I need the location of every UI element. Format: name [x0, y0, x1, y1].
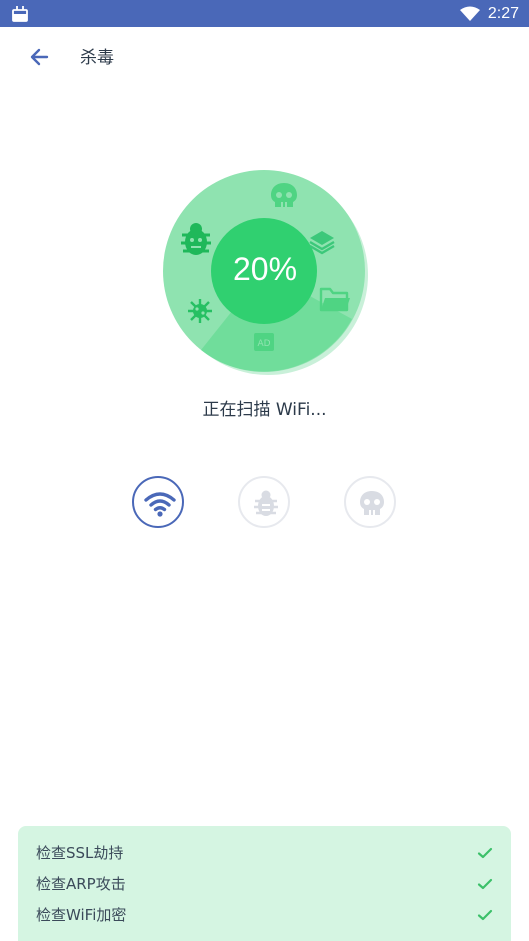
status-bar: 2:27: [0, 0, 529, 27]
step-skull: [344, 476, 396, 528]
skull-icon: [360, 491, 384, 515]
status-time: 2:27: [487, 5, 519, 22]
checkmark-icon: [477, 909, 493, 921]
checklist-panel: 检查SSL劫持 检查ARP攻击 检查WiFi加密: [18, 826, 511, 941]
checkmark-icon: [477, 847, 493, 859]
arrow-left-icon[interactable]: [24, 41, 56, 73]
app-bar: 杀毒: [0, 27, 529, 87]
virus-icon: [188, 299, 212, 323]
wifi-icon: [144, 492, 176, 517]
checkmark-icon: [477, 878, 493, 890]
app-notification-icon: [12, 6, 28, 22]
check-item-label: 检查ARP攻击: [36, 875, 126, 893]
check-item-arp: 检查ARP攻击: [36, 872, 493, 896]
check-item-ssl: 检查SSL劫持: [36, 841, 493, 865]
wifi-icon: [460, 6, 480, 21]
check-item-label: 检查SSL劫持: [36, 844, 124, 862]
bug-icon: [254, 490, 278, 516]
page-title: 杀毒: [80, 48, 114, 68]
scan-percent: 20%: [232, 250, 298, 287]
step-bug: [238, 476, 290, 528]
ad-icon: AD: [254, 333, 274, 351]
check-item-label: 检查WiFi加密: [36, 906, 127, 924]
check-item-wifi-encryption: 检查WiFi加密: [36, 903, 493, 927]
step-wifi: [132, 476, 184, 528]
scan-status-text: 正在扫描 WiFi...: [202, 400, 327, 420]
svg-text:AD: AD: [257, 339, 270, 349]
antivirus-screen: 2:27 杀毒 AD 20% 正在扫描 WiFi... 检查SSL劫持 检查AR…: [0, 0, 529, 941]
